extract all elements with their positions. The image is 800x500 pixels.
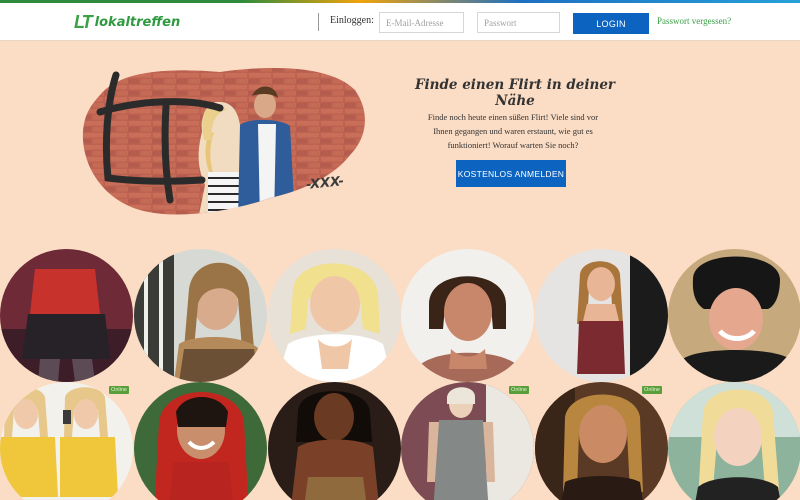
profile-card-11[interactable] (535, 382, 668, 500)
profile-card-9[interactable] (268, 382, 401, 500)
hero-description: Finde noch heute einen süßen Flirt! Viel… (427, 112, 599, 150)
profile-card-7[interactable] (0, 382, 133, 500)
password-field[interactable] (477, 12, 560, 33)
hero-title: Finde einen Flirt in deiner Nähe (414, 77, 616, 109)
site-logo[interactable]: LT lokaltreffen (74, 11, 180, 33)
profile-card-8[interactable] (134, 382, 267, 500)
header-divider (318, 13, 319, 31)
profile-card-12[interactable] (668, 382, 800, 500)
profile-grid: Online Online Online (0, 249, 800, 500)
top-header: LT lokaltreffen Einloggen: LOGIN Passwor… (0, 3, 800, 41)
logo-mark-icon: LT (74, 11, 93, 32)
online-badge-7: Online (109, 386, 129, 394)
online-badge-10: Online (509, 386, 529, 394)
profile-card-2[interactable] (134, 249, 267, 382)
logo-text: lokaltreffen (94, 14, 181, 30)
profile-card-10[interactable] (401, 382, 534, 500)
signup-button[interactable]: KOSTENLOS ANMELDEN (456, 160, 566, 187)
profile-card-6[interactable] (668, 249, 800, 382)
forgot-password-link[interactable]: Passwort vergessen? (657, 16, 731, 26)
login-label: Einloggen: (330, 15, 374, 26)
login-button[interactable]: LOGIN (573, 13, 649, 34)
hero-couple-image: -XXX- (80, 60, 370, 220)
online-badge-11: Online (642, 386, 662, 394)
email-field[interactable] (379, 12, 464, 33)
profile-card-3[interactable] (268, 249, 401, 382)
profile-card-1[interactable] (0, 249, 133, 382)
profile-card-5[interactable] (535, 249, 668, 382)
profile-card-4[interactable] (401, 249, 534, 382)
